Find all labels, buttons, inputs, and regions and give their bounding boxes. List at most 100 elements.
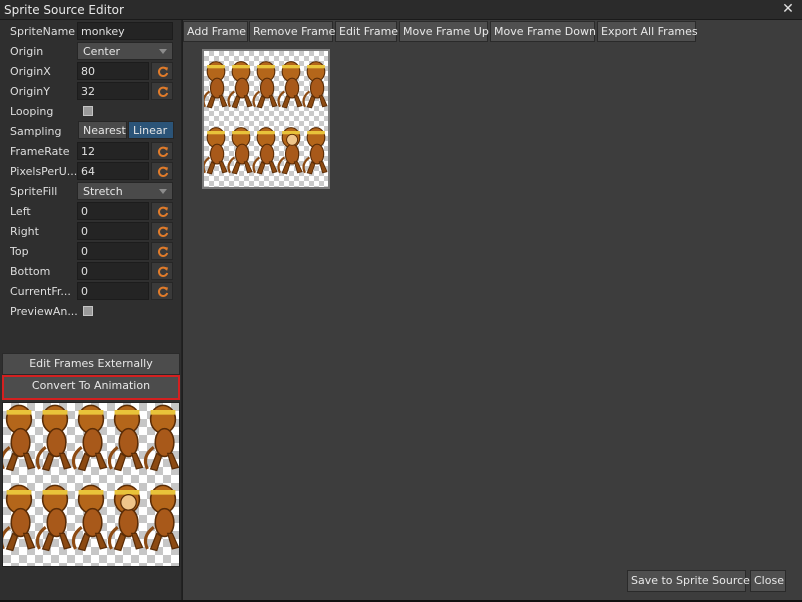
chevron-down-icon: [159, 49, 167, 54]
monkey-frame: [277, 127, 303, 175]
title-bar: Sprite Source Editor ✕: [0, 0, 802, 20]
pixels-per-unit-label: PixelsPerU...: [10, 165, 78, 178]
monkey-frame: [3, 484, 36, 552]
reset-icon: [158, 66, 169, 77]
frame-rate-row: FrameRate 12: [0, 142, 182, 162]
looping-label: Looping: [10, 105, 54, 118]
bottom-input[interactable]: 0: [77, 262, 149, 280]
sampling-row: Sampling Nearest Linear: [0, 121, 182, 141]
close-button[interactable]: Close: [750, 570, 786, 592]
pixels-per-unit-input[interactable]: 64: [77, 162, 149, 180]
top-label: Top: [10, 245, 29, 258]
origin-x-label: OriginX: [10, 65, 51, 78]
reset-icon: [158, 286, 169, 297]
window-title: Sprite Source Editor: [4, 3, 124, 17]
sprite-name-row: SpriteName monkey: [0, 22, 182, 42]
looping-row: Looping: [0, 102, 182, 122]
save-to-sprite-source-button[interactable]: Save to Sprite Source: [627, 570, 750, 592]
sprite-fill-label: SpriteFill: [10, 185, 58, 198]
pixels-per-unit-row: PixelsPerU... 64: [0, 162, 182, 182]
right-reset-button[interactable]: [151, 222, 173, 240]
reset-icon: [158, 166, 169, 177]
origin-y-input[interactable]: 32: [77, 82, 149, 100]
edit-frame-button[interactable]: Edit Frame: [335, 21, 398, 42]
bottom-reset-button[interactable]: [151, 262, 173, 280]
monkey-frame: [143, 484, 179, 552]
monkey-frame: [3, 404, 36, 472]
frame-rate-label: FrameRate: [10, 145, 70, 158]
monkey-frame: [227, 127, 253, 175]
sampling-linear-button[interactable]: Linear: [128, 121, 174, 139]
right-input[interactable]: 0: [77, 222, 149, 240]
current-frame-input[interactable]: 0: [77, 282, 149, 300]
monkey-frame: [302, 61, 328, 109]
edit-frames-externally-button[interactable]: Edit Frames Externally: [2, 353, 180, 375]
sprite-name-input[interactable]: monkey: [77, 22, 173, 40]
add-frame-button[interactable]: Add Frame: [183, 21, 248, 42]
export-all-frames-button[interactable]: Export All Frames: [597, 21, 698, 42]
remove-frame-button[interactable]: Remove Frame: [249, 21, 335, 42]
origin-row: Origin Center: [0, 42, 182, 62]
left-reset-button[interactable]: [151, 202, 173, 220]
monkey-frame: [204, 127, 228, 175]
preview-animation-checkbox[interactable]: [83, 306, 93, 316]
sprite-sheet-preview: [2, 402, 180, 567]
origin-y-reset-button[interactable]: [151, 82, 173, 100]
sampling-nearest-button[interactable]: Nearest: [78, 121, 127, 139]
frame-rate-reset-button[interactable]: [151, 142, 173, 160]
monkey-frame: [35, 484, 72, 552]
monkey-frame-image: [204, 61, 328, 175]
monkey-frame: [71, 404, 108, 472]
sprite-fill-value: Stretch: [83, 185, 123, 198]
origin-dropdown[interactable]: Center: [77, 42, 173, 60]
right-row: Right 0: [0, 222, 182, 242]
reset-icon: [158, 246, 169, 257]
sampling-label: Sampling: [10, 125, 62, 138]
current-frame-row: CurrentFr... 0: [0, 282, 182, 302]
top-reset-button[interactable]: [151, 242, 173, 260]
monkey-frame: [107, 404, 144, 472]
close-icon[interactable]: ✕: [780, 1, 796, 17]
frame-thumbnail[interactable]: [202, 49, 330, 189]
monkey-frame: [252, 61, 278, 109]
monkey-frame: [71, 484, 108, 552]
origin-label: Origin: [10, 45, 44, 58]
move-frame-down-button[interactable]: Move Frame Down: [490, 21, 596, 42]
reset-icon: [158, 86, 169, 97]
pixels-per-unit-reset-button[interactable]: [151, 162, 173, 180]
move-frame-up-button[interactable]: Move Frame Up: [399, 21, 489, 42]
reset-icon: [158, 146, 169, 157]
monkey-frame: [227, 61, 253, 109]
sprite-fill-dropdown[interactable]: Stretch: [77, 182, 173, 200]
reset-icon: [158, 266, 169, 277]
monkey-frame: [277, 61, 303, 109]
sprite-name-label: SpriteName: [10, 25, 76, 38]
monkey-frame: [35, 404, 72, 472]
current-frame-label: CurrentFr...: [10, 285, 71, 298]
origin-value: Center: [83, 45, 121, 58]
preview-animation-row: PreviewAn...: [0, 302, 182, 322]
top-row: Top 0: [0, 242, 182, 262]
reset-icon: [158, 226, 169, 237]
chevron-down-icon: [159, 189, 167, 194]
bottom-row: Bottom 0: [0, 262, 182, 282]
monkey-frame: [204, 61, 228, 109]
looping-checkbox[interactable]: [83, 106, 93, 116]
frame-rate-input[interactable]: 12: [77, 142, 149, 160]
bottom-label: Bottom: [10, 265, 51, 278]
monkey-frame: [252, 127, 278, 175]
origin-x-row: OriginX 80: [0, 62, 182, 82]
convert-to-animation-button[interactable]: Convert To Animation: [2, 375, 180, 400]
monkey-frame: [143, 404, 179, 472]
origin-x-reset-button[interactable]: [151, 62, 173, 80]
right-label: Right: [10, 225, 39, 238]
left-row: Left 0: [0, 202, 182, 222]
top-input[interactable]: 0: [77, 242, 149, 260]
left-input[interactable]: 0: [77, 202, 149, 220]
origin-y-row: OriginY 32: [0, 82, 182, 102]
current-frame-reset-button[interactable]: [151, 282, 173, 300]
sprite-fill-row: SpriteFill Stretch: [0, 182, 182, 202]
monkey-frame: [107, 484, 144, 552]
preview-animation-label: PreviewAn...: [10, 305, 78, 318]
origin-x-input[interactable]: 80: [77, 62, 149, 80]
